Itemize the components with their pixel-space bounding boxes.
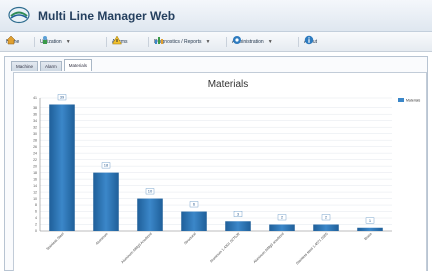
y-tick-label: 22 <box>33 158 37 162</box>
x-tick-label: Stainless Steel <box>46 232 65 251</box>
tab-strip: Machine Alarm Materials <box>11 59 94 71</box>
x-tick-label: Aluminum AlMg3 anodized <box>253 232 285 264</box>
legend-label: Materials <box>406 99 420 103</box>
bar[interactable] <box>269 224 295 231</box>
y-tick-label: 18 <box>33 171 37 175</box>
x-tick-label: Aluminum 1.4301 S275JR <box>209 232 241 264</box>
chart-title: Materials <box>208 79 249 90</box>
diagnostics-icon <box>155 37 163 44</box>
chart-panel: Materials 0 2 4 6 8 10 12 14 16 18 20 22 24 26 28 30 32 3… <box>13 72 427 271</box>
data-label: 18 <box>104 163 109 168</box>
y-tick-label: 2 <box>35 223 37 227</box>
about-icon <box>304 35 314 45</box>
chart-axes: 0246810121416182022242628303234363841 <box>33 96 392 233</box>
chevron-down-icon: ▼ <box>205 39 211 45</box>
menu-administration[interactable]: Administration ▼ <box>232 35 273 49</box>
y-tick-label: 28 <box>33 138 37 142</box>
tab-machine[interactable]: Machine <box>11 61 39 71</box>
utilization-icon <box>43 36 47 44</box>
materials-chart: Materials 024681012141618202224262830323… <box>33 79 420 266</box>
chart-grid <box>40 97 392 232</box>
y-tick-label: 12 <box>33 190 37 194</box>
y-tick-label: 34 <box>33 119 37 123</box>
x-tick-label: Aluminum AlMg3 Anodized <box>120 232 152 264</box>
y-tick-label: 16 <box>33 177 37 181</box>
y-tick-label: 8 <box>35 203 37 207</box>
data-label: 10 <box>148 189 153 194</box>
chevron-down-icon: ▼ <box>267 39 273 45</box>
x-tick-label: Stainless steel 1.4571 S355 <box>295 232 329 266</box>
bar[interactable] <box>137 198 163 231</box>
data-label: 39 <box>60 94 65 99</box>
y-tick-label: 0 <box>35 229 37 233</box>
menu-separator <box>298 37 299 47</box>
legend-swatch <box>398 98 404 102</box>
menu-separator <box>34 37 35 47</box>
app-title: Multi Line Manager Web <box>38 9 176 23</box>
bar[interactable] <box>357 227 383 231</box>
tab-materials[interactable]: Materials <box>63 59 93 71</box>
bar[interactable] <box>49 104 75 231</box>
bar[interactable] <box>93 172 119 231</box>
menu-separator <box>148 37 149 47</box>
x-tick-label: Structural <box>183 232 197 246</box>
administration-icon <box>233 36 241 44</box>
app-logo-icon <box>8 6 30 24</box>
y-tick-label: 38 <box>33 106 37 110</box>
menu-about[interactable]: About <box>304 35 317 49</box>
y-tick-label: 10 <box>33 197 37 201</box>
menu-home[interactable]: Home <box>6 35 19 49</box>
y-tick-label: 14 <box>33 184 37 188</box>
menu-separator <box>226 37 227 47</box>
chart-bars <box>49 104 383 231</box>
bar[interactable] <box>225 221 251 231</box>
y-tick-label: 6 <box>35 210 37 214</box>
menu-bar: Home Utilization ▼ Alarms Diagnostics / … <box>0 32 432 52</box>
x-tick-label: Brass <box>364 232 373 241</box>
y-tick-label: 20 <box>33 164 37 168</box>
title-bar: Multi Line Manager Web <box>0 0 432 32</box>
tab-alarm[interactable]: Alarm <box>40 61 62 71</box>
menu-separator <box>106 37 107 47</box>
home-icon <box>6 35 16 45</box>
y-tick-label: 24 <box>33 151 37 155</box>
y-tick-label: 32 <box>33 125 37 129</box>
menu-alarms[interactable]: Alarms <box>112 35 128 49</box>
y-tick-label: 26 <box>33 145 37 149</box>
main-content: Machine Alarm Materials Materials 024681… <box>4 56 428 271</box>
bar[interactable] <box>181 211 207 231</box>
chart-legend: Materials <box>398 98 420 103</box>
alarm-icon <box>112 35 122 45</box>
y-tick-label: 41 <box>33 96 37 100</box>
x-tick-label: Aluminum <box>95 232 109 246</box>
menu-diagnostics-reports[interactable]: Diagnostics / Reports ▼ <box>154 35 210 49</box>
chevron-down-icon: ▼ <box>65 39 71 45</box>
menu-utilization[interactable]: Utilization ▼ <box>40 35 71 49</box>
y-tick-label: 36 <box>33 112 37 116</box>
bar[interactable] <box>313 224 339 231</box>
y-tick-label: 30 <box>33 132 37 136</box>
y-tick-label: 4 <box>35 216 37 220</box>
